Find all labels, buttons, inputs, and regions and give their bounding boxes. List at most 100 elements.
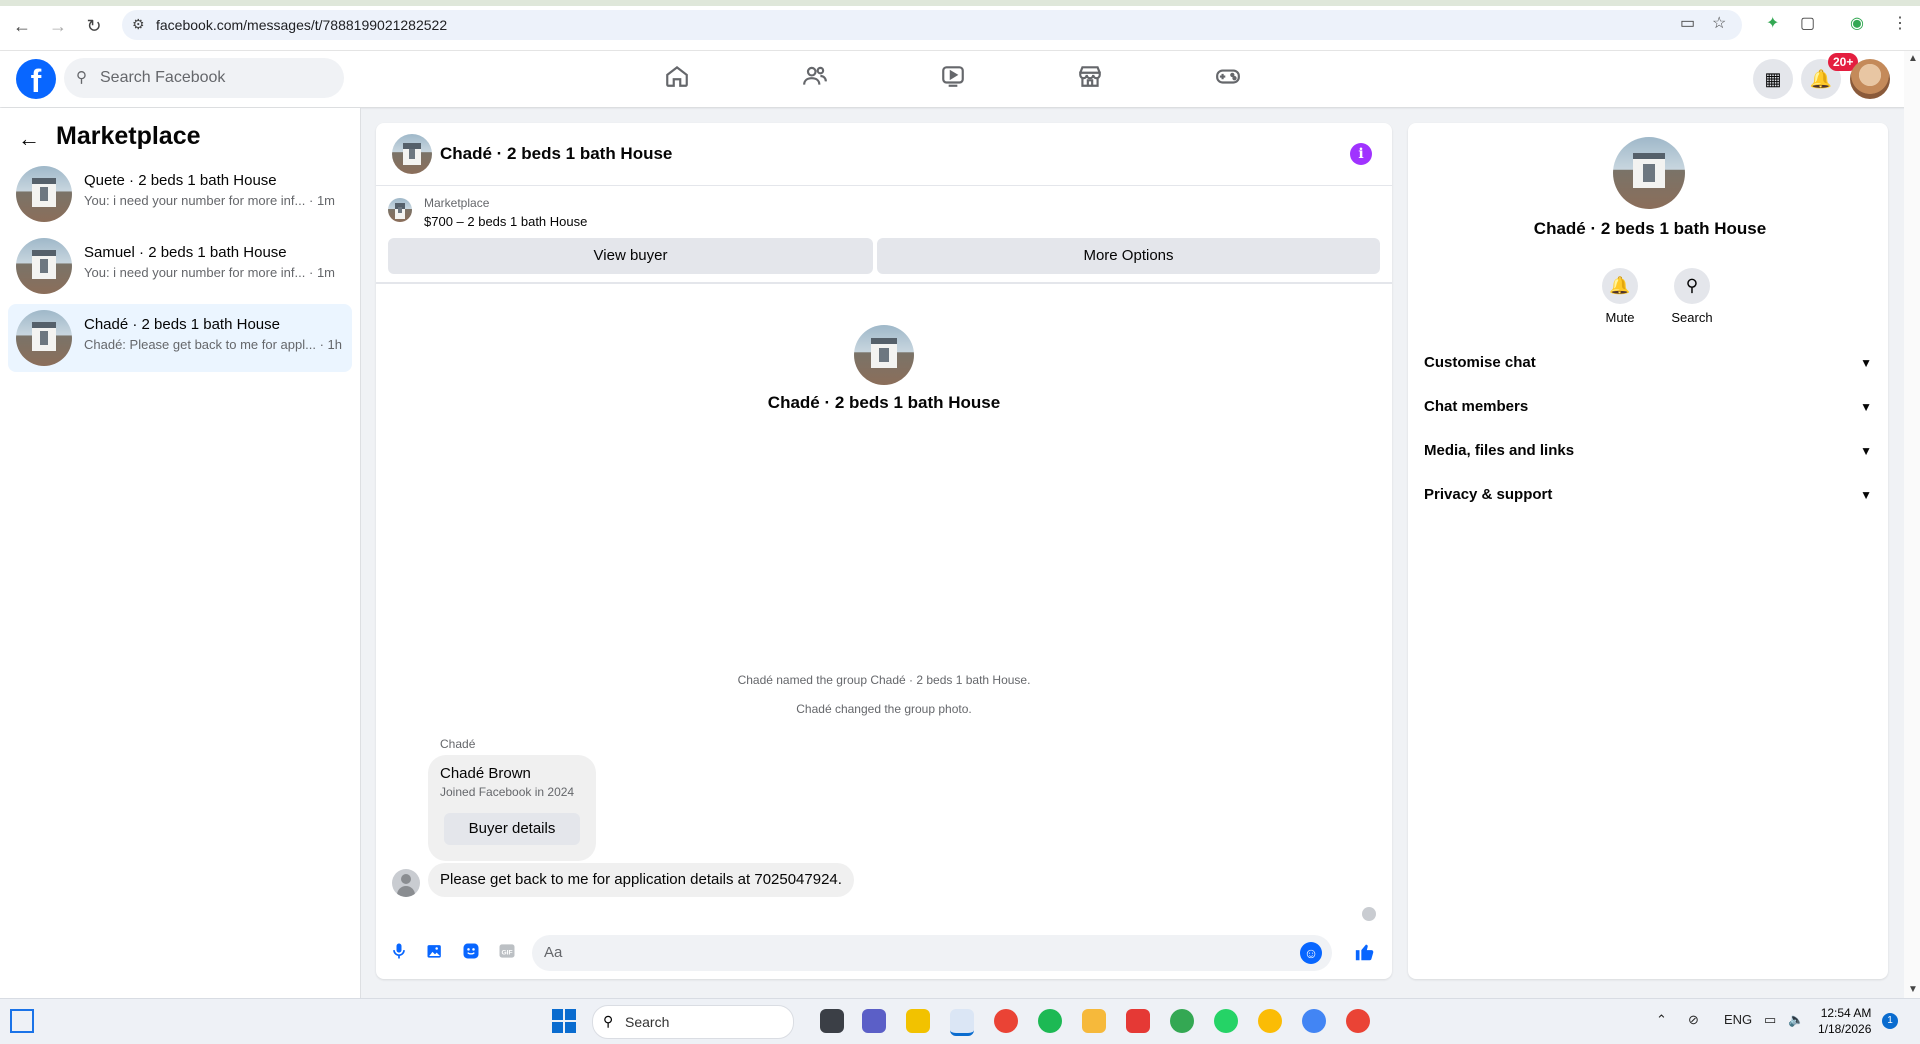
buyer-profile-card: Chadé Brown Joined Facebook in 2024 Buye…: [428, 755, 596, 861]
chevron-down-icon: ▼: [1860, 444, 1872, 458]
emoji-icon[interactable]: ☺: [1300, 942, 1322, 964]
extensions-puzzle-icon[interactable]: ▢: [1800, 13, 1815, 33]
extension-sparkle-icon[interactable]: ✦: [1766, 13, 1779, 33]
facebook-search-input[interactable]: ⚲ Search Facebook: [64, 58, 344, 98]
widgets-icon[interactable]: [10, 1009, 34, 1033]
chat-panel: Chadé · 2 beds 1 bath House i Marketplac…: [376, 123, 1392, 979]
reload-icon[interactable]: ↻: [84, 16, 104, 36]
chrome-profile-icon[interactable]: [1346, 1009, 1370, 1033]
listing-thumbnail[interactable]: [388, 198, 412, 222]
sticky-notes-icon[interactable]: [906, 1009, 930, 1033]
clock-date: 1/18/2026: [1818, 1022, 1872, 1036]
microphone-icon[interactable]: [388, 941, 410, 963]
mute-button[interactable]: 🔔 Mute: [1590, 268, 1650, 325]
gif-icon[interactable]: GIF: [496, 941, 518, 963]
friends-icon[interactable]: [795, 63, 835, 95]
chrome-profile-icon[interactable]: [1302, 1009, 1326, 1033]
conversation-preview: You: i need your number for more inf... …: [84, 265, 335, 280]
info-avatar: [1613, 137, 1685, 209]
conversation-avatar: [16, 310, 72, 366]
tray-overflow-icon[interactable]: ⌃: [1656, 1012, 1667, 1028]
sender-avatar[interactable]: [392, 869, 420, 897]
anydesk-icon[interactable]: [1126, 1009, 1150, 1033]
conversation-avatar: [16, 166, 72, 222]
chrome-profile-icon[interactable]: [1258, 1009, 1282, 1033]
sidebar-title: Marketplace: [56, 122, 201, 150]
browser-toolbar: ← → ↻ ⚙ facebook.com/messages/t/78881990…: [0, 0, 1920, 51]
home-icon[interactable]: [657, 63, 697, 95]
facebook-header: f ⚲ Search Facebook ▦ 🔔 20+: [0, 51, 1920, 107]
gaming-icon[interactable]: [1208, 63, 1248, 95]
search-label: Search: [1671, 310, 1713, 325]
section-privacy-support[interactable]: Privacy & support ▼: [1424, 477, 1872, 513]
chevron-down-icon: ▼: [1860, 488, 1872, 502]
video-icon[interactable]: [933, 63, 973, 95]
install-icon[interactable]: ▭: [1680, 13, 1695, 33]
message-input[interactable]: Aa ☺: [532, 935, 1332, 971]
menu-grid-icon[interactable]: ▦: [1753, 59, 1793, 99]
photo-icon[interactable]: [424, 941, 446, 963]
file-explorer-icon[interactable]: [1082, 1009, 1106, 1033]
thumbs-up-icon[interactable]: [1354, 941, 1376, 963]
listing-title[interactable]: $700 – 2 beds 1 bath House: [424, 214, 587, 229]
mute-label: Mute: [1605, 310, 1635, 325]
display-icon[interactable]: ▭: [1764, 1012, 1776, 1028]
notification-count-badge[interactable]: 1: [1882, 1013, 1898, 1029]
forward-icon[interactable]: →: [48, 16, 68, 36]
scroll-down-icon[interactable]: ▼: [1908, 984, 1918, 995]
site-info-icon[interactable]: ⚙: [132, 16, 145, 33]
buyer-details-button[interactable]: Buyer details: [444, 813, 580, 845]
conversation-avatar: [16, 238, 72, 294]
chrome-icon[interactable]: [994, 1009, 1018, 1033]
section-label: Chat members: [1424, 398, 1529, 415]
marketplace-label: Marketplace: [424, 196, 490, 210]
whatsapp-icon[interactable]: [1214, 1009, 1238, 1033]
more-options-button[interactable]: More Options: [877, 238, 1380, 274]
conversation-item-samuel[interactable]: Samuel · 2 beds 1 bath House You: i need…: [8, 232, 352, 300]
chat-avatar[interactable]: [392, 134, 432, 174]
bookmark-star-icon[interactable]: ☆: [1712, 13, 1726, 33]
teams-icon[interactable]: [862, 1009, 886, 1033]
profile-icon[interactable]: ◉: [1850, 13, 1864, 33]
clock-time: 12:54 AM: [1820, 1006, 1872, 1020]
view-buyer-button[interactable]: View buyer: [388, 238, 873, 274]
chat-title[interactable]: Chadé · 2 beds 1 bath House: [440, 144, 672, 164]
search-in-chat-button[interactable]: ⚲ Search: [1662, 268, 1722, 325]
marketplace-icon[interactable]: [1070, 63, 1110, 95]
back-arrow-icon[interactable]: ←: [18, 126, 40, 152]
info-icon[interactable]: i: [1350, 143, 1372, 165]
chat-info-panel: Chadé · 2 beds 1 bath House 🔔 Mute ⚲ Sea…: [1408, 123, 1888, 979]
network-off-icon[interactable]: ⊘: [1688, 1012, 1699, 1028]
section-label: Privacy & support: [1424, 486, 1553, 503]
language-indicator[interactable]: ENG: [1724, 1012, 1752, 1027]
address-bar[interactable]: ⚙ facebook.com/messages/t/78881990212825…: [122, 10, 1742, 40]
buyer-joined: Joined Facebook in 2024: [440, 785, 575, 799]
snipping-tool-icon[interactable]: [950, 1009, 974, 1036]
conversation-item-quete[interactable]: Quete · 2 beds 1 bath House You: i need …: [8, 160, 352, 228]
search-icon: ⚲: [603, 1013, 614, 1029]
message-bubble[interactable]: Please get back to me for application de…: [428, 863, 854, 897]
chevron-down-icon: ▼: [1860, 356, 1872, 370]
section-chat-members[interactable]: Chat members ▼: [1424, 389, 1872, 425]
read-receipt-icon: [1362, 907, 1376, 921]
conversation-item-chade[interactable]: Chadé · 2 beds 1 bath House Chadé: Pleas…: [8, 304, 352, 372]
taskbar-clock[interactable]: 12:54 AM 1/18/2026: [1818, 1005, 1871, 1037]
group-name: Chadé · 2 beds 1 bath House: [767, 393, 1001, 412]
back-icon[interactable]: ←: [12, 16, 32, 36]
system-message: Chadé changed the group photo.: [796, 702, 972, 716]
account-avatar[interactable]: [1850, 59, 1890, 99]
volume-icon[interactable]: 🔈: [1788, 1012, 1804, 1028]
windows-start-icon[interactable]: [552, 1009, 576, 1033]
facebook-logo-icon[interactable]: f: [16, 59, 56, 99]
sticker-icon[interactable]: [460, 941, 482, 963]
chrome-profile-icon[interactable]: [1170, 1009, 1194, 1033]
chrome-menu-icon[interactable]: ⋮: [1892, 13, 1908, 33]
task-view-icon[interactable]: [820, 1009, 844, 1033]
spotify-icon[interactable]: [1038, 1009, 1062, 1033]
scroll-up-icon[interactable]: ▲: [1908, 53, 1918, 64]
page-scrollbar[interactable]: ▲ ▼: [1904, 51, 1920, 999]
section-media-files-links[interactable]: Media, files and links ▼: [1424, 433, 1872, 469]
taskbar-search[interactable]: ⚲ Search: [592, 1005, 794, 1039]
section-customise-chat[interactable]: Customise chat ▼: [1424, 345, 1872, 381]
marketplace-listing-bar: Marketplace $700 – 2 beds 1 bath House V…: [376, 186, 1392, 284]
